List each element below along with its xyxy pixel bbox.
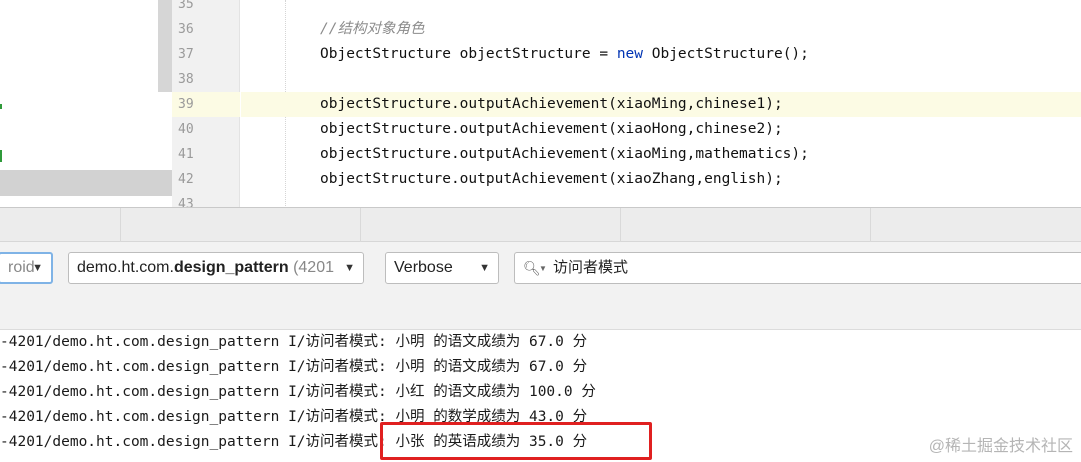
line-number: 36 xyxy=(178,22,194,37)
device-select-value: roid xyxy=(8,259,35,276)
tab-separator xyxy=(870,208,871,242)
dropdown-arrow-icon: ▼ xyxy=(479,262,490,274)
log-search-query: 访问者模式 xyxy=(553,259,629,276)
code-text: objectStructure.outputAchievement(xiaoHo… xyxy=(320,121,783,137)
line-number: 38 xyxy=(178,72,194,87)
code-text: ObjectStructure objectStructure = xyxy=(320,46,617,62)
line-number-gutter[interactable]: 35 36 37 38 39 40 41 42 43 xyxy=(172,0,240,208)
tab-separator xyxy=(120,208,121,242)
code-comment: //结构对象角色 xyxy=(320,21,425,37)
line-number: 42 xyxy=(178,172,194,187)
code-text: objectStructure.outputAchievement(xiaoMi… xyxy=(320,96,783,112)
logcat-tab-strip xyxy=(0,208,1081,242)
code-line-current[interactable]: objectStructure.outputAchievement(xiaoMi… xyxy=(241,92,1081,117)
logcat-toolbar xyxy=(0,298,1081,330)
log-line: -4201/demo.ht.com.design_pattern I/访问者模式… xyxy=(0,384,596,400)
dropdown-arrow-icon: ▼ xyxy=(32,262,43,274)
code-text: objectStructure.outputAchievement(xiaoZh… xyxy=(320,171,783,187)
code-line[interactable]: objectStructure.outputAchievement(xiaoMi… xyxy=(241,142,1081,167)
watermark: @稀土掘金技术社区 xyxy=(928,438,1073,455)
line-number: 37 xyxy=(178,47,194,62)
device-select[interactable]: roid ▼ xyxy=(0,252,53,284)
logcat-filter-bar: roid ▼ demo.ht.com.design_pattern (4201 … xyxy=(0,242,1081,298)
search-history-arrow-icon[interactable]: ▼ xyxy=(539,254,547,284)
line-number-current: 39 xyxy=(172,92,240,117)
vcs-change-marker xyxy=(0,150,2,162)
log-line: -4201/demo.ht.com.design_pattern I/访问者模式… xyxy=(0,334,588,350)
line-number: 35 xyxy=(178,0,194,12)
log-level-select[interactable]: Verbose ▼ xyxy=(385,252,499,284)
code-text: ObjectStructure(); xyxy=(643,46,809,62)
code-text: objectStructure.outputAchievement(xiaoMi… xyxy=(320,146,809,162)
code-editor[interactable]: 35 36 37 38 39 40 41 42 43 //结构对象角色 Obje… xyxy=(0,0,1081,208)
project-tree-panel[interactable] xyxy=(0,0,172,208)
project-tree-selected-row[interactable] xyxy=(0,170,172,196)
dropdown-arrow-icon: ▼ xyxy=(338,253,355,283)
line-number: 43 xyxy=(178,197,194,208)
tab-separator xyxy=(620,208,621,242)
vcs-change-marker xyxy=(0,104,2,109)
annotation-highlight-box xyxy=(380,422,652,460)
code-area[interactable]: //结构对象角色 ObjectStructure objectStructure… xyxy=(241,0,1081,208)
tab-separator xyxy=(360,208,361,242)
process-select-prefix: demo.ht.com. xyxy=(77,259,174,276)
code-keyword: new xyxy=(616,46,644,62)
process-select-name: design_pattern xyxy=(173,259,289,276)
line-number: 40 xyxy=(178,122,194,137)
code-line[interactable]: objectStructure.outputAchievement(xiaoHo… xyxy=(241,117,1081,142)
code-line-comment[interactable]: //结构对象角色 xyxy=(241,17,1081,42)
process-select-pid: (4201 xyxy=(288,259,334,276)
code-line[interactable]: objectStructure.outputAchievement(xiaoZh… xyxy=(241,167,1081,192)
log-search-input[interactable]: 🔍︎ ▼ 访问者模式 xyxy=(514,252,1081,284)
line-number: 41 xyxy=(178,147,194,162)
project-tree-scrollbar[interactable] xyxy=(158,0,172,92)
log-level-value: Verbose xyxy=(394,259,453,276)
code-line-declaration[interactable]: ObjectStructure objectStructure = new Ob… xyxy=(241,42,1081,67)
log-line: -4201/demo.ht.com.design_pattern I/访问者模式… xyxy=(0,359,588,375)
process-select[interactable]: demo.ht.com.design_pattern (4201 ▼ xyxy=(68,252,364,284)
